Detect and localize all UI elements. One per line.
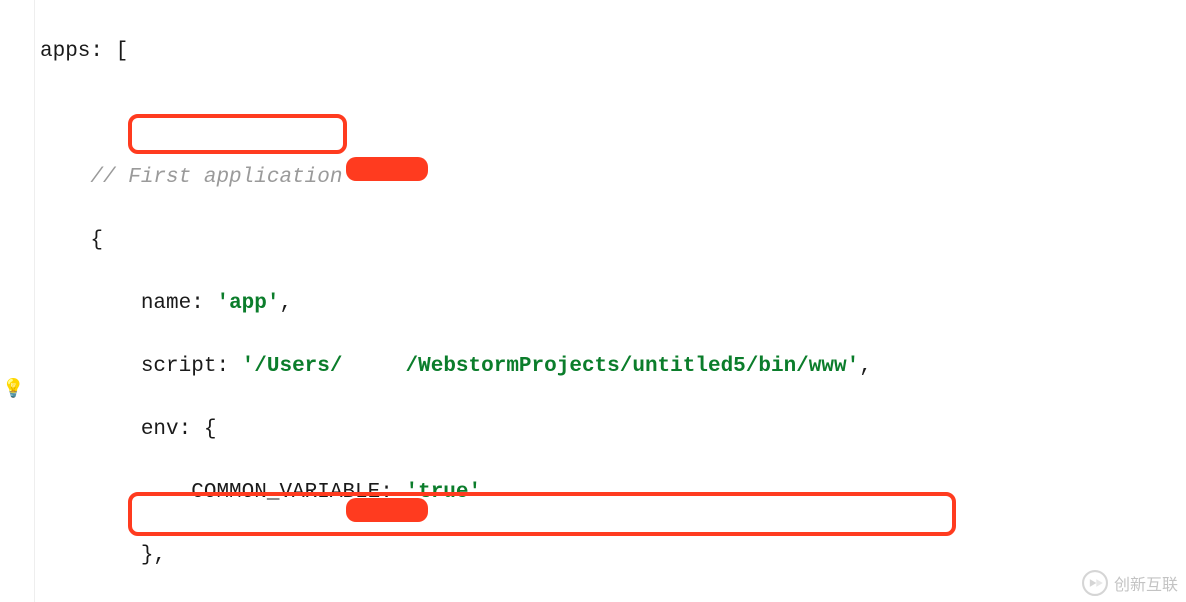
code-line: COMMON_VARIABLE: 'true' xyxy=(40,477,1186,509)
code-token: : xyxy=(216,355,241,378)
code-token: env xyxy=(141,418,179,441)
code-token: : [ xyxy=(90,40,128,63)
code-comment: // First application xyxy=(90,166,342,189)
code-line: apps: [ xyxy=(40,36,1186,68)
code-token: : { xyxy=(179,418,217,441)
code-string: /WebstormProjects/untitled5/bin/www' xyxy=(406,355,860,378)
code-line xyxy=(40,99,1186,131)
code-line: script: '/Users/XXXXX/WebstormProjects/u… xyxy=(40,351,1186,383)
code-line: // First application xyxy=(40,162,1186,194)
code-token: , xyxy=(279,292,292,315)
code-token: script xyxy=(141,355,217,378)
code-token: COMMON_VARIABLE xyxy=(191,481,380,504)
code-editor[interactable]: apps: [ // First application { name: 'ap… xyxy=(0,0,1186,602)
code-string: 'app' xyxy=(216,292,279,315)
watermark-text: 创新互联 xyxy=(1114,571,1178,595)
code-line: name: 'app', xyxy=(40,288,1186,320)
code-token: apps xyxy=(40,40,90,63)
code-token: }, xyxy=(141,544,166,567)
code-line: { xyxy=(40,225,1186,257)
code-line: env: { xyxy=(40,414,1186,446)
code-token: { xyxy=(90,229,103,252)
code-token: name xyxy=(141,292,191,315)
code-token: : xyxy=(191,292,216,315)
watermark: 创新互联 xyxy=(1082,570,1178,596)
code-token: : xyxy=(380,481,405,504)
watermark-logo-icon xyxy=(1082,570,1108,596)
code-token: , xyxy=(859,355,872,378)
code-string: '/Users/ xyxy=(242,355,343,378)
code-line: }, xyxy=(40,540,1186,572)
code-string: 'true' xyxy=(405,481,481,504)
